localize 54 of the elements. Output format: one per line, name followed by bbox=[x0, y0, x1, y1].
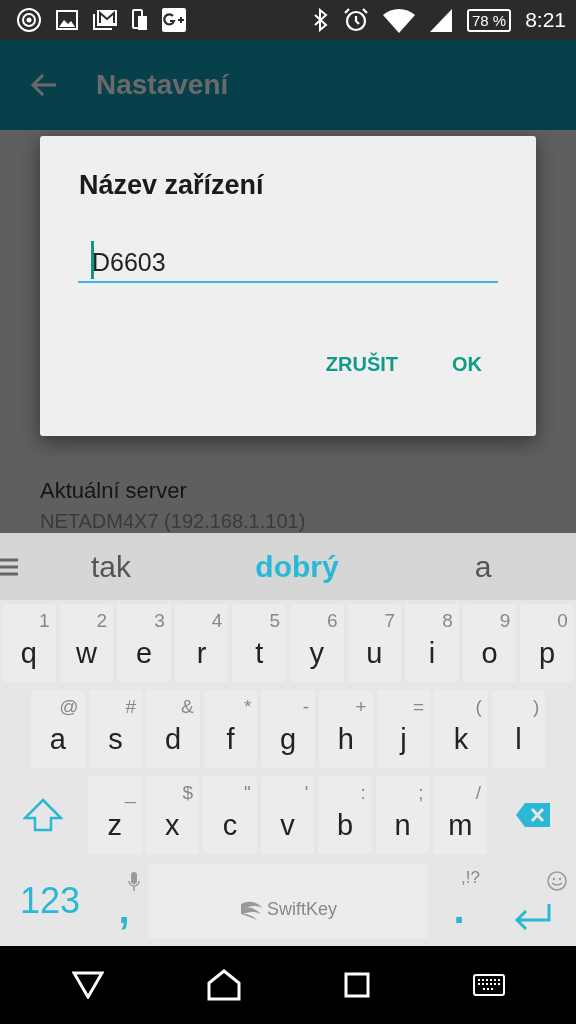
wifi-icon bbox=[382, 7, 415, 33]
punctuation-hint: ,!? bbox=[461, 868, 480, 888]
setting-title: Aktuální server bbox=[40, 478, 188, 504]
keyboard-key[interactable]: _ z bbox=[87, 776, 142, 854]
alarm-icon bbox=[342, 7, 369, 33]
keyboard-key[interactable]: " c bbox=[203, 776, 257, 854]
keyboard-key[interactable]: 7 u bbox=[347, 604, 402, 682]
suggestion[interactable]: a bbox=[390, 549, 576, 584]
keyboard-key[interactable]: ' v bbox=[260, 776, 315, 854]
mail-icon bbox=[92, 8, 118, 32]
keyboard-key[interactable]: 3 e bbox=[117, 604, 171, 682]
dialog-title: Název zařízení bbox=[79, 170, 265, 201]
clock-time: 8:21 bbox=[525, 8, 566, 32]
battery-level: 78 % bbox=[466, 8, 512, 32]
keyboard-key[interactable]: 9 o bbox=[462, 604, 517, 682]
keyboard-key[interactable]: 8 i bbox=[405, 604, 459, 682]
bluetooth-icon bbox=[312, 8, 329, 32]
screen-title: Nastavení bbox=[96, 69, 229, 101]
keyboard-key[interactable]: 5 t bbox=[232, 604, 286, 682]
keyboard-key[interactable]: = j bbox=[376, 690, 431, 768]
keyboard-key[interactable]: # s bbox=[88, 690, 143, 768]
keyboard-key[interactable]: - g bbox=[261, 690, 315, 768]
image-icon bbox=[56, 9, 78, 31]
keyboard-key[interactable]: & d bbox=[146, 690, 200, 768]
keyboard-key[interactable]: : b bbox=[318, 776, 372, 854]
keyboard-icon[interactable] bbox=[472, 974, 505, 996]
keyboard-key[interactable]: + h bbox=[318, 690, 373, 768]
keyboard-key[interactable]: 1 q bbox=[2, 604, 56, 682]
keyboard-brand: SwiftKey bbox=[267, 899, 337, 920]
keyboard-key[interactable]: ) l bbox=[491, 690, 546, 768]
microphone-icon bbox=[128, 872, 140, 892]
emoji-icon[interactable] bbox=[546, 870, 568, 892]
keyboard-key[interactable]: / m bbox=[433, 776, 487, 854]
keyboard-key[interactable]: @ a bbox=[31, 690, 85, 768]
back-icon[interactable] bbox=[71, 971, 104, 999]
menu-icon[interactable] bbox=[0, 556, 18, 577]
google-plus-icon bbox=[162, 8, 186, 32]
keyboard-key[interactable]: $ x bbox=[145, 776, 200, 854]
keyboard-key[interactable]: * f bbox=[203, 690, 258, 768]
keyboard-key[interactable]: ; n bbox=[375, 776, 430, 854]
radio-icon bbox=[16, 7, 42, 33]
keyboard-key[interactable]: 4 r bbox=[174, 604, 229, 682]
keyboard-key[interactable]: ( k bbox=[434, 690, 488, 768]
phone-icon bbox=[132, 8, 148, 32]
suggestion[interactable]: tak bbox=[18, 549, 204, 584]
recents-icon[interactable] bbox=[343, 972, 370, 998]
text-field[interactable]: D6603 bbox=[78, 239, 498, 283]
signal-icon bbox=[428, 8, 453, 32]
text-cursor bbox=[91, 241, 94, 279]
keyboard-key[interactable]: 0 p bbox=[520, 604, 574, 682]
home-icon[interactable] bbox=[206, 969, 241, 1001]
keyboard-key[interactable]: 2 w bbox=[59, 604, 114, 682]
back-arrow-icon[interactable] bbox=[30, 73, 58, 97]
keyboard-key[interactable]: 6 y bbox=[289, 604, 344, 682]
